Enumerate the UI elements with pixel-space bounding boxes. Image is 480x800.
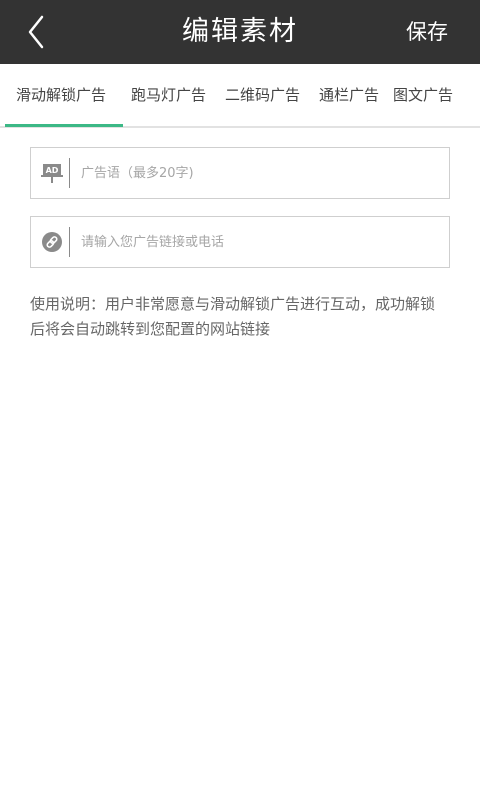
ad-link-input[interactable] <box>81 217 441 267</box>
top-bar: 编辑素材 保存 <box>0 0 480 64</box>
ad-slogan-input[interactable] <box>81 148 441 198</box>
back-button[interactable] <box>18 12 58 52</box>
field-divider <box>69 158 70 188</box>
usage-instructions: 使用说明：用户非常愿意与滑动解锁广告进行互动，成功解锁 后将会自动跳转到您配置的… <box>30 295 436 338</box>
tab-qrcode-ad[interactable]: 二维码广告 <box>225 64 300 126</box>
field-divider <box>69 227 70 257</box>
link-icon <box>42 232 62 252</box>
ad-icon: AD <box>41 164 63 183</box>
chevron-left-icon <box>28 15 44 49</box>
svg-text:AD: AD <box>46 166 59 175</box>
tab-banner-ad[interactable]: 通栏广告 <box>319 64 379 126</box>
save-button[interactable]: 保存 <box>406 0 448 64</box>
tab-indicator <box>5 124 123 127</box>
tab-bar: 滑动解锁广告 跑马灯广告 二维码广告 通栏广告 图文广告 <box>0 64 480 128</box>
tab-marquee-ad[interactable]: 跑马灯广告 <box>131 64 206 126</box>
ad-link-field[interactable] <box>30 216 450 268</box>
ad-slogan-field[interactable]: AD <box>30 147 450 199</box>
tab-image-text-ad[interactable]: 图文广告 <box>393 64 453 126</box>
tab-slide-unlock-ad[interactable]: 滑动解锁广告 <box>16 64 106 126</box>
